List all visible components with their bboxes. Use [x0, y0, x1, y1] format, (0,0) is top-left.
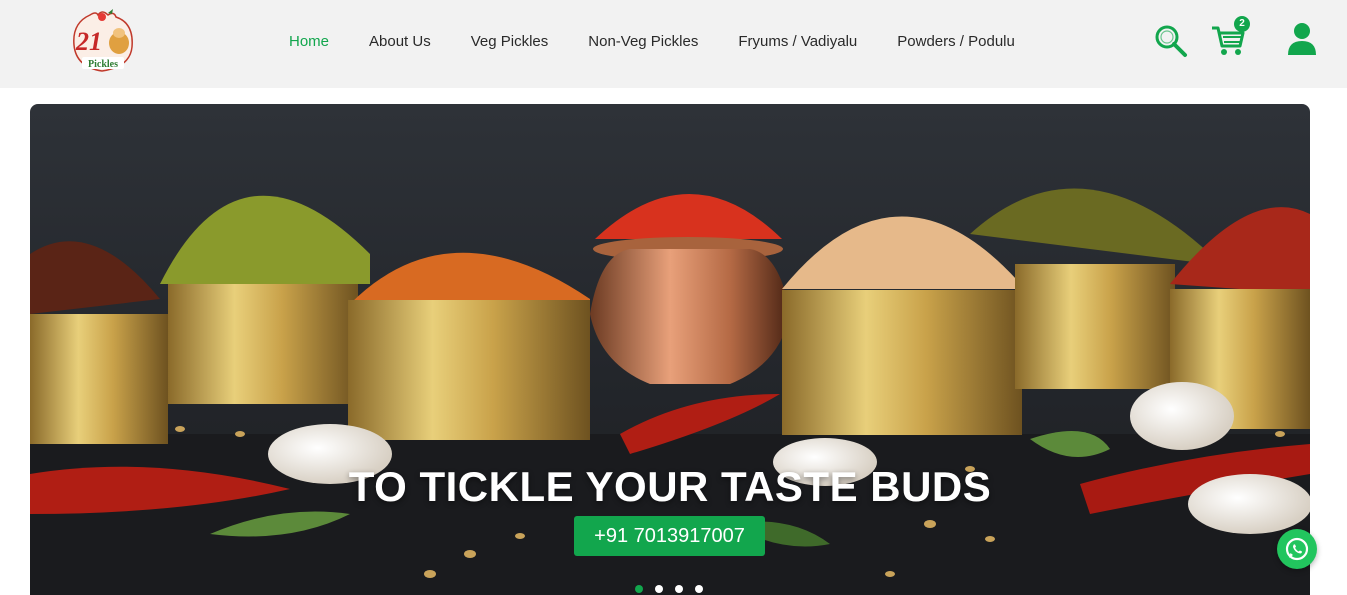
user-icon	[1288, 23, 1316, 55]
call-phone-button[interactable]: +91 7013917007	[574, 516, 765, 556]
slide-dot-2[interactable]	[655, 585, 663, 593]
slide-dot-4[interactable]	[695, 585, 703, 593]
account-button[interactable]	[1286, 22, 1318, 56]
whatsapp-icon	[1285, 537, 1309, 561]
hero-slider: TO TICKLE YOUR TASTE BUDS +91 7013917007	[30, 104, 1310, 595]
search-icon	[1155, 25, 1187, 57]
hero-title: TO TICKLE YOUR TASTE BUDS	[348, 463, 992, 510]
brand-logo[interactable]: 21 Pickles	[64, 5, 140, 75]
site-header: 21 Pickles Home About Us Veg Pickles Non…	[0, 0, 1347, 88]
logo-number: 21	[75, 27, 102, 56]
slider-dots	[635, 585, 715, 593]
cart-count-badge: 2	[1234, 16, 1250, 32]
slide-dot-3[interactable]	[675, 585, 683, 593]
search-button[interactable]	[1154, 24, 1188, 58]
nav-powders-podulu[interactable]: Powders / Podulu	[897, 33, 1015, 53]
nav-non-veg-pickles[interactable]: Non-Veg Pickles	[588, 33, 698, 53]
nav-fryums-vadiyalu[interactable]: Fryums / Vadiyalu	[738, 33, 857, 53]
slide-dot-1[interactable]	[635, 585, 643, 593]
nav-home[interactable]: Home	[289, 33, 329, 53]
nav-about-us[interactable]: About Us	[369, 33, 431, 53]
main-nav: Home About Us Veg Pickles Non-Veg Pickle…	[289, 33, 1055, 53]
whatsapp-chat-button[interactable]	[1277, 529, 1317, 569]
logo-word: Pickles	[88, 59, 118, 70]
nav-veg-pickles[interactable]: Veg Pickles	[471, 33, 549, 53]
cart-button[interactable]: 2	[1210, 16, 1250, 58]
